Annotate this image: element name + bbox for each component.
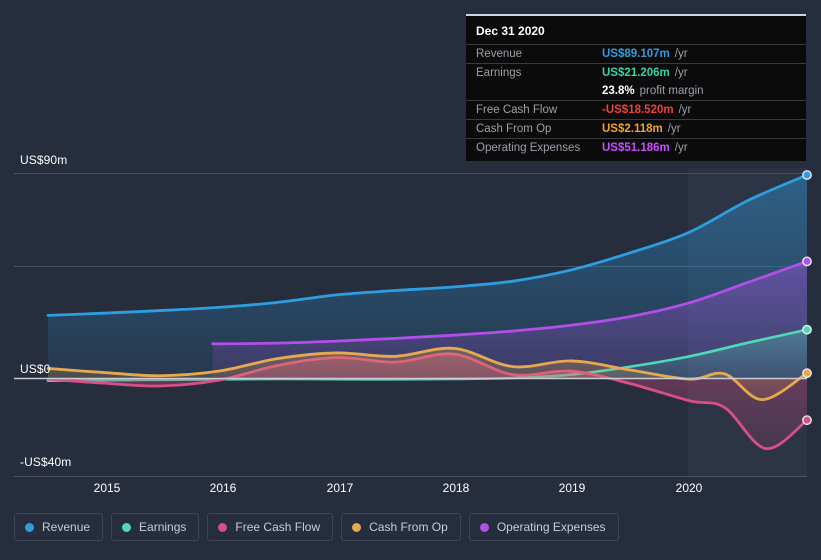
legend-color-dot-icon <box>352 522 362 532</box>
tooltip-row-value: US$51.186m <box>602 142 670 154</box>
chart-tooltip: Dec 31 2020 Revenue US$89.107m/yr Earnings… <box>466 14 806 161</box>
endpoint-marker-cash-from-op[interactable] <box>802 368 812 379</box>
tooltip-row: Earnings US$21.206m/yr <box>466 63 806 82</box>
tooltip-row-value: US$2.118m <box>602 123 663 135</box>
tooltip-row-unit: /yr <box>678 104 692 116</box>
y-tick-label-minus40m: -US$40m <box>20 455 72 469</box>
endpoint-marker-revenue[interactable] <box>802 170 812 180</box>
tooltip-row: Revenue US$89.107m/yr <box>466 44 806 63</box>
tooltip-row-label: Operating Expenses <box>476 142 581 154</box>
legend-item-label: Revenue <box>42 520 91 534</box>
legend-color-dot-icon <box>218 522 228 532</box>
tooltip-row: Free Cash Flow -US$18.520m/yr <box>466 100 806 119</box>
tooltip-row: Cash From Op US$2.118m/yr <box>466 119 806 138</box>
tooltip-row-value: 23.8% <box>602 85 635 97</box>
endpoint-marker-free-cash-flow[interactable] <box>802 415 812 426</box>
legend-item-label: Free Cash Flow <box>235 520 321 534</box>
legend-item-label: Operating Expenses <box>496 520 606 534</box>
tooltip-row-value: US$21.206m <box>602 67 670 79</box>
legend-item-label: Earnings <box>139 520 187 534</box>
tooltip-rows: Revenue US$89.107m/yr Earnings US$21.206m/y… <box>466 44 806 157</box>
legend-item-cash-from-op[interactable]: Cash From Op <box>341 513 461 541</box>
tooltip-row-unit: /yr <box>674 142 688 154</box>
legend-color-dot-icon <box>25 522 34 532</box>
tooltip-date: Dec 31 2020 <box>476 24 545 38</box>
endpoint-marker-earnings[interactable] <box>802 324 812 335</box>
tooltip-row: 23.8% profit margin <box>466 82 806 100</box>
tooltip-row: Operating Expenses US$51.186m/yr <box>466 138 806 157</box>
tooltip-row-unit: /yr <box>674 48 688 60</box>
legend-item-label: Cash From Op <box>369 520 448 534</box>
x-tick-label-2017: 2017 <box>326 481 354 495</box>
x-tick-label-2018: 2018 <box>442 481 470 495</box>
legend-color-dot-icon <box>479 522 489 532</box>
y-tick-label-90m: US$90m <box>20 153 68 167</box>
endpoint-marker-operating-expenses[interactable] <box>802 256 812 267</box>
legend-item-free-cash-flow[interactable]: Free Cash Flow <box>207 513 334 541</box>
x-tick-label-2019: 2019 <box>558 481 586 495</box>
x-tick-label-2015: 2015 <box>93 481 121 495</box>
x-tick-label-2016: 2016 <box>209 481 237 495</box>
x-tick-label-2020: 2020 <box>675 481 703 495</box>
legend-item-operating-expenses[interactable]: Operating Expenses <box>468 513 619 541</box>
tooltip-row-label: Cash From Op <box>476 123 552 135</box>
tooltip-row-unit: profit margin <box>639 85 704 97</box>
tooltip-row-value: US$89.107m <box>602 48 670 60</box>
tooltip-row-label: Free Cash Flow <box>476 104 558 116</box>
tooltip-row-unit: /yr <box>667 123 681 135</box>
tooltip-row-label: Revenue <box>476 48 523 60</box>
tooltip-row-label: Earnings <box>476 67 522 79</box>
y-tick-label-0: US$0 <box>20 362 51 376</box>
legend-color-dot-icon <box>122 522 132 532</box>
legend-item-earnings[interactable]: Earnings <box>111 513 200 541</box>
tooltip-row-unit: /yr <box>674 67 688 79</box>
chart-legend[interactable]: Revenue Earnings Free Cash Flow Cash From O… <box>14 513 619 541</box>
tooltip-row-value: -US$18.520m <box>602 104 674 116</box>
legend-item-revenue[interactable]: Revenue <box>14 513 104 541</box>
